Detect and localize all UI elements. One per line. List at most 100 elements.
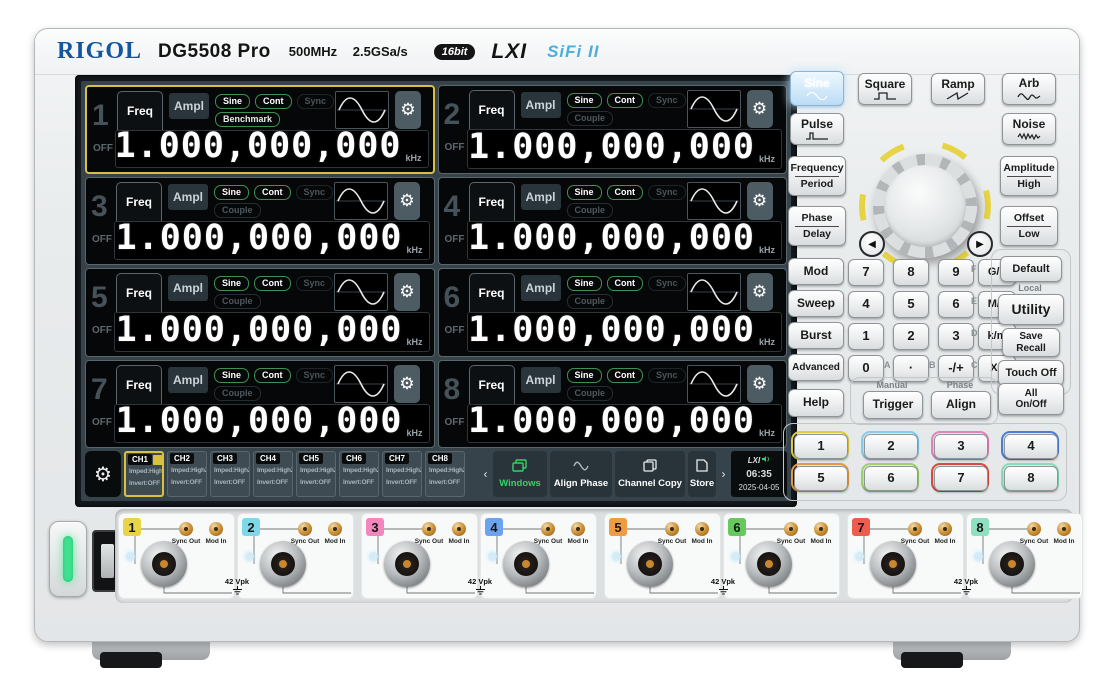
noise-button[interactable]: Noise	[1002, 113, 1056, 145]
channel-settings-gear-icon[interactable]: ⚙	[747, 365, 773, 403]
channel-status-tab[interactable]: CH3 Imped:HighZ Invert:OFF	[210, 451, 250, 497]
menu-scroll-left-icon[interactable]: ‹	[481, 451, 490, 497]
amplitude-high-button[interactable]: AmplitudeHigh	[1000, 156, 1058, 196]
sync-badge[interactable]: Sync	[648, 368, 686, 383]
channel-settings-gear-icon[interactable]: ⚙	[395, 91, 421, 129]
cursor-left-arrow-button[interactable]: ◀	[859, 231, 885, 257]
sine-waveform-thumbnail[interactable]	[334, 273, 388, 311]
channel-panel[interactable]: 8 OFF Freq Ampl Sine Cont Sync	[438, 360, 788, 449]
burst-button[interactable]: Burst	[788, 322, 844, 349]
channel-settings-gear-icon[interactable]: ⚙	[394, 182, 420, 220]
freq-tab[interactable]: Freq	[116, 365, 162, 404]
utility-button[interactable]: Utility	[998, 294, 1064, 325]
ampl-tab[interactable]: Ampl	[168, 184, 208, 210]
channel-6-key[interactable]: 6	[861, 463, 919, 492]
channel-status-tab[interactable]: CH8 Imped:HighZ Invert:OFF	[425, 451, 465, 497]
sine-waveform-thumbnail[interactable]	[687, 90, 741, 128]
channel-panel[interactable]: 5 OFF Freq Ampl Sine Cont Sync	[85, 268, 435, 357]
key-7[interactable]: 7	[848, 259, 884, 286]
ampl-tab[interactable]: Ampl	[521, 92, 561, 118]
channel-5-key[interactable]: 5	[791, 463, 849, 492]
mode-badge[interactable]: Cont	[254, 276, 291, 291]
ampl-tab[interactable]: Ampl	[521, 275, 561, 301]
channel-status-tab[interactable]: CH2 Imped:HighZ Invert:OFF	[167, 451, 207, 497]
frequency-period-button[interactable]: FrequencyPeriod	[788, 156, 846, 196]
cursor-right-arrow-button[interactable]: ▶	[967, 231, 993, 257]
freq-tab[interactable]: Freq	[117, 91, 163, 130]
sweep-button[interactable]: Sweep	[788, 290, 844, 317]
key-6[interactable]: 6	[938, 291, 974, 318]
mode-badge[interactable]: Cont	[254, 185, 291, 200]
ampl-tab[interactable]: Ampl	[168, 275, 208, 301]
sync-badge[interactable]: Sync	[648, 93, 686, 108]
key-4[interactable]: 4	[848, 291, 884, 318]
phase-delay-button[interactable]: PhaseDelay	[788, 206, 846, 246]
waveform-badge[interactable]: Sine	[567, 276, 602, 291]
channel-panel[interactable]: 6 OFF Freq Ampl Sine Cont Sync	[438, 268, 788, 357]
freq-tab[interactable]: Freq	[116, 182, 162, 221]
mode-badge[interactable]: Cont	[607, 276, 644, 291]
sine-waveform-thumbnail[interactable]	[687, 365, 741, 403]
channel-1-key[interactable]: 1	[791, 431, 849, 460]
mode-badge[interactable]: Cont	[607, 368, 644, 383]
channel-settings-gear-icon[interactable]: ⚙	[747, 273, 773, 311]
ampl-tab[interactable]: Ampl	[169, 93, 209, 119]
sub-badge[interactable]: Couple	[214, 294, 261, 309]
arb-button[interactable]: Arb	[1002, 73, 1056, 105]
sine-button[interactable]: Sine	[790, 71, 844, 106]
system-gear-icon[interactable]: ⚙	[85, 451, 121, 497]
channel-panel[interactable]: 3 OFF Freq Ampl Sine Cont Sync	[85, 177, 435, 266]
freq-tab[interactable]: Freq	[469, 365, 515, 404]
waveform-badge[interactable]: Sine	[214, 368, 249, 383]
waveform-badge[interactable]: Sine	[214, 185, 249, 200]
power-button[interactable]	[49, 521, 87, 597]
align-button[interactable]: Align	[931, 391, 991, 419]
windows-button[interactable]: Windows	[493, 451, 547, 497]
sync-badge[interactable]: Sync	[296, 276, 334, 291]
sync-badge[interactable]: Sync	[296, 185, 334, 200]
align-phase-button[interactable]: Align Phase	[550, 451, 612, 497]
save-recall-button[interactable]: Save Recall	[1002, 328, 1060, 357]
channel-panel[interactable]: 7 OFF Freq Ampl Sine Cont Sync	[85, 360, 435, 449]
sub-badge[interactable]: Couple	[567, 111, 614, 126]
sync-badge[interactable]: Sync	[648, 276, 686, 291]
sine-waveform-thumbnail[interactable]	[687, 273, 741, 311]
waveform-badge[interactable]: Sine	[567, 368, 602, 383]
square-button[interactable]: Square	[858, 73, 912, 105]
ramp-button[interactable]: Ramp	[931, 73, 985, 105]
channel-status-tab[interactable]: CH4 Imped:HighZ Invert:OFF	[253, 451, 293, 497]
mode-badge[interactable]: Cont	[607, 93, 644, 108]
channel-panel[interactable]: 1 OFF Freq Ampl Sine Cont Sync	[85, 85, 435, 174]
channel-8-key[interactable]: 8	[1001, 463, 1059, 492]
channel-2-key[interactable]: 2	[861, 431, 919, 460]
freq-tab[interactable]: Freq	[469, 182, 515, 221]
channel-status-tab[interactable]: CH5 Imped:HighZ Invert:OFF	[296, 451, 336, 497]
waveform-badge[interactable]: Sine	[567, 185, 602, 200]
sine-waveform-thumbnail[interactable]	[334, 365, 388, 403]
pulse-button[interactable]: Pulse	[790, 113, 844, 145]
channel-status-tab[interactable]: CH6 Imped:HighZ Invert:OFF	[339, 451, 379, 497]
help-button[interactable]: Help	[788, 389, 844, 417]
ampl-tab[interactable]: Ampl	[521, 367, 561, 393]
channel-status-tab[interactable]: CH7 Imped:HighZ Invert:OFF	[382, 451, 422, 497]
sub-badge[interactable]: Couple	[214, 386, 261, 401]
channel-4-key[interactable]: 4	[1001, 431, 1059, 460]
rotary-knob[interactable]	[873, 154, 977, 258]
channel-panel[interactable]: 2 OFF Freq Ampl Sine Cont Sync	[438, 85, 788, 174]
key-2[interactable]: 2	[893, 323, 929, 350]
store-button[interactable]: Store	[688, 451, 716, 497]
key-3[interactable]: 3	[938, 323, 974, 350]
channel-settings-gear-icon[interactable]: ⚙	[747, 90, 773, 128]
sync-badge[interactable]: Sync	[296, 368, 334, 383]
waveform-badge[interactable]: Sine	[215, 94, 250, 109]
sub-badge[interactable]: Couple	[567, 294, 614, 309]
default-button[interactable]: Default	[1000, 256, 1062, 282]
trigger-button[interactable]: Trigger	[863, 391, 923, 419]
waveform-badge[interactable]: Sine	[214, 276, 249, 291]
key-5[interactable]: 5	[893, 291, 929, 318]
channel-settings-gear-icon[interactable]: ⚙	[394, 273, 420, 311]
channel-settings-gear-icon[interactable]: ⚙	[747, 182, 773, 220]
sine-waveform-thumbnail[interactable]	[687, 182, 741, 220]
channel-7-key[interactable]: 7	[931, 463, 989, 492]
key-9[interactable]: 9	[938, 259, 974, 286]
